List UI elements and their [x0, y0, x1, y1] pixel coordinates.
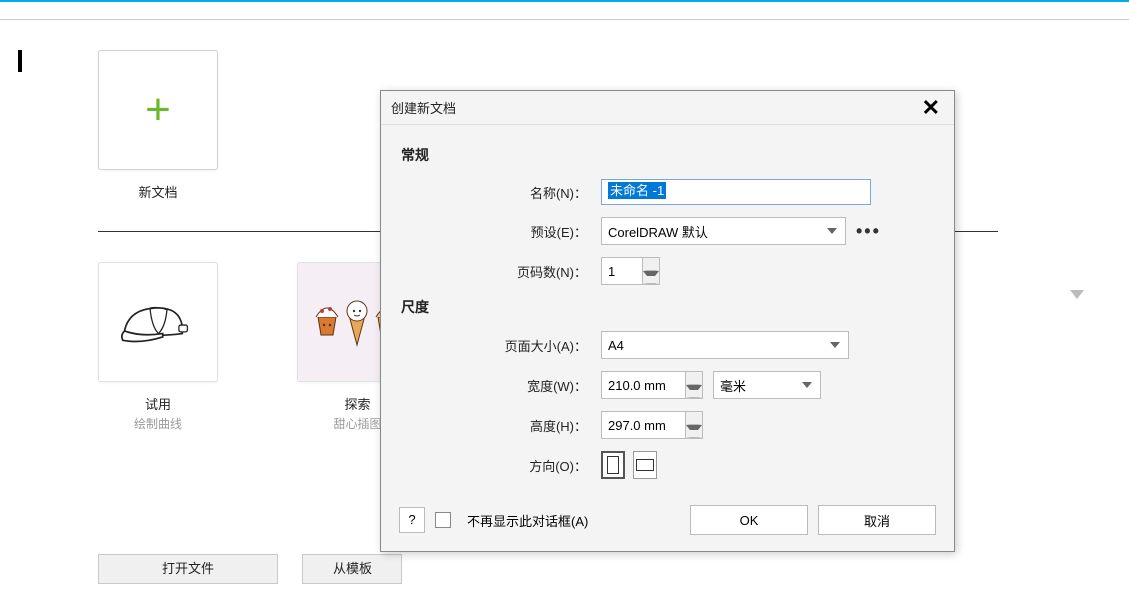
cap-icon	[116, 290, 201, 355]
spin-down-icon[interactable]	[686, 385, 702, 398]
tab-strip	[0, 2, 1129, 20]
label-orientation: 方向(O)：	[401, 456, 601, 475]
spin-up-icon[interactable]	[643, 258, 659, 271]
orientation-portrait-button[interactable]	[601, 451, 625, 479]
ok-button[interactable]: OK	[690, 505, 808, 535]
landscape-icon	[636, 459, 654, 471]
pages-value[interactable]	[601, 257, 643, 285]
name-field[interactable]: 未命名 -1	[601, 179, 871, 205]
open-file-button[interactable]: 打开文件	[98, 554, 278, 584]
spin-down-icon[interactable]	[643, 271, 659, 284]
plus-icon: +	[145, 88, 171, 132]
chevron-down-icon[interactable]	[1070, 290, 1084, 299]
orientation-landscape-button[interactable]	[633, 451, 657, 479]
dialog-title: 创建新文档	[391, 98, 918, 117]
page-size-combo[interactable]: A4	[601, 331, 849, 359]
height-spinner[interactable]	[601, 411, 703, 439]
width-spinner[interactable]	[601, 371, 703, 399]
pages-spinner[interactable]	[601, 257, 660, 285]
from-template-button[interactable]: 从模板	[302, 554, 402, 584]
text-cursor-marker	[18, 50, 22, 72]
preset-combo[interactable]: CorelDRAW 默认	[601, 217, 846, 245]
section-general: 常规	[401, 145, 934, 165]
preset-value: CorelDRAW 默认	[608, 222, 708, 241]
unit-combo[interactable]: 毫米	[713, 371, 821, 399]
new-document-tile[interactable]: + 新文档	[98, 50, 218, 201]
bottom-button-row: 打开文件 从模板	[98, 554, 422, 584]
spin-up-icon[interactable]	[686, 372, 702, 385]
create-new-document-dialog: 创建新文档 ✕ 常规 名称(N)： 未命名 -1 预设(E)： CorelDRA…	[380, 90, 955, 552]
portrait-icon	[607, 456, 619, 474]
trial-subtitle: 绘制曲线	[98, 415, 218, 432]
chevron-down-icon	[827, 228, 837, 234]
label-width: 宽度(W)：	[401, 376, 601, 395]
width-value[interactable]	[601, 371, 686, 399]
new-document-label: 新文档	[98, 182, 218, 201]
help-button[interactable]: ?	[399, 507, 425, 533]
trial-title: 试用	[98, 394, 218, 413]
section-dimensions: 尺度	[401, 297, 934, 317]
dont-show-label: 不再显示此对话框(A)	[467, 511, 680, 530]
trial-tile[interactable]: 试用 绘制曲线	[98, 262, 218, 432]
label-height: 高度(H)：	[401, 416, 601, 435]
close-icon[interactable]: ✕	[918, 95, 944, 121]
chevron-down-icon	[802, 382, 812, 388]
chevron-down-icon	[830, 342, 840, 348]
height-value[interactable]	[601, 411, 686, 439]
label-preset: 预设(E)：	[401, 222, 601, 241]
dialog-titlebar[interactable]: 创建新文档 ✕	[381, 91, 954, 125]
preset-more-button[interactable]: •••	[856, 221, 881, 242]
cancel-button[interactable]: 取消	[818, 505, 936, 535]
spin-down-icon[interactable]	[686, 425, 702, 438]
spin-up-icon[interactable]	[686, 412, 702, 425]
label-page-size: 页面大小(A)：	[401, 336, 601, 355]
label-name: 名称(N)：	[401, 183, 601, 202]
name-value: 未命名 -1	[608, 182, 666, 199]
dont-show-checkbox[interactable]	[435, 512, 451, 528]
unit-value: 毫米	[720, 376, 746, 395]
page-size-value: A4	[608, 338, 624, 353]
label-pages: 页码数(N)：	[401, 262, 601, 281]
